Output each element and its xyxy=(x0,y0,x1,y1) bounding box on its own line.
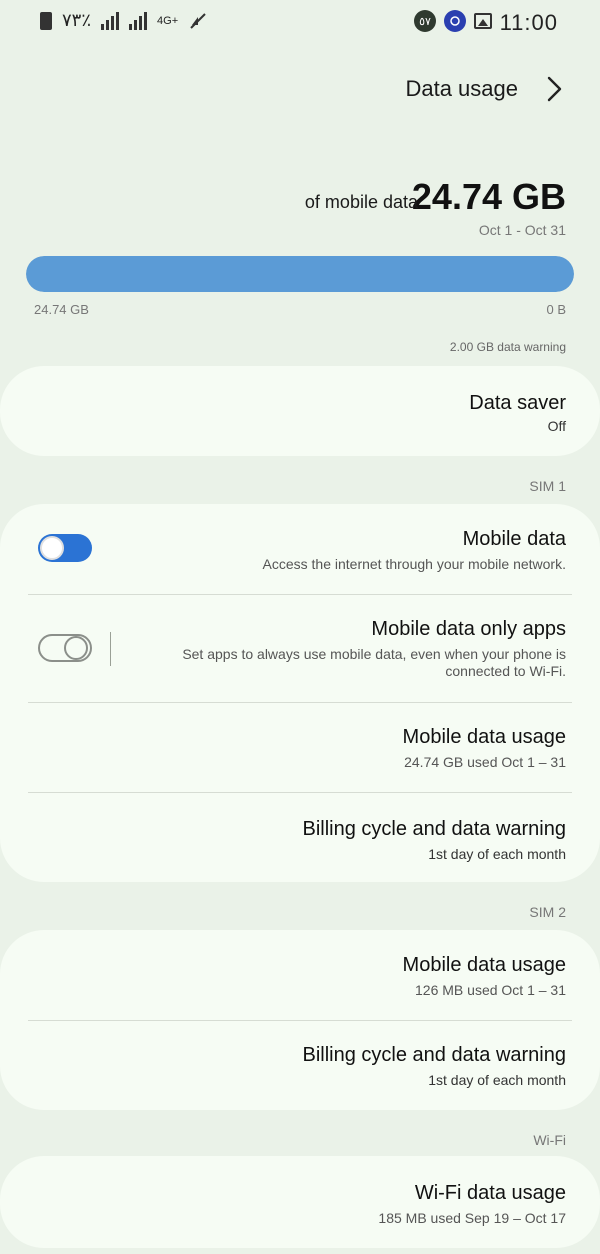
sim2-mobile-data-usage-subtitle: 126 MB used Oct 1 – 31 xyxy=(415,982,566,998)
wifi-card: Wi-Fi data usage 185 MB used Sep 19 – Oc… xyxy=(0,1156,600,1248)
usage-progress-bar xyxy=(26,256,574,292)
section-sim1: SIM 1 xyxy=(529,478,566,494)
battery-icon xyxy=(40,11,52,30)
bar-min-label: 0 B xyxy=(546,302,566,317)
data-saver-status: Off xyxy=(547,418,566,434)
sim2-mobile-data-usage-row[interactable]: Mobile data usage 126 MB used Oct 1 – 31 xyxy=(28,930,572,1020)
section-sim2: SIM 2 xyxy=(529,904,566,920)
vertical-divider xyxy=(110,632,111,666)
sim1-billing-title: Billing cycle and data warning xyxy=(302,818,567,840)
image-icon xyxy=(474,13,492,29)
status-icons-left: ٧٣٪ 4G+ xyxy=(40,10,208,31)
usage-amount: 24.74 GB xyxy=(411,176,566,217)
mobile-data-toggle[interactable] xyxy=(38,534,92,562)
bar-max-label: 24.74 GB xyxy=(34,302,89,317)
header: Data usage xyxy=(0,60,600,120)
page-title: Data usage xyxy=(405,76,518,101)
sim1-billing-subtitle: 1st day of each month xyxy=(428,846,566,862)
mobile-data-only-apps-subtitle-1: Set apps to always use mobile data, even… xyxy=(182,646,566,662)
notification-badge: ٥٧ xyxy=(414,10,436,32)
app-notification-icon xyxy=(444,10,466,32)
sim2-billing-title: Billing cycle and data warning xyxy=(302,1044,567,1066)
signal-icon-2 xyxy=(129,11,148,30)
mute-icon xyxy=(190,12,206,29)
data-saver-card[interactable]: Data saver Off xyxy=(0,366,600,456)
mobile-data-only-apps-title: Mobile data only apps xyxy=(371,618,566,640)
wifi-data-usage-row[interactable]: Wi-Fi data usage 185 MB used Sep 19 – Oc… xyxy=(28,1156,572,1248)
sim2-billing-row[interactable]: Billing cycle and data warning 1st day o… xyxy=(28,1020,572,1110)
battery-percent: ٧٣٪ xyxy=(62,10,92,30)
mobile-data-subtitle: Access the internet through your mobile … xyxy=(262,556,567,572)
signal-icon xyxy=(101,11,120,30)
status-icons-right: ٥٧ xyxy=(414,10,492,32)
wifi-data-usage-title: Wi-Fi data usage xyxy=(414,1182,566,1204)
sim2-mobile-data-usage-title: Mobile data usage xyxy=(402,954,566,976)
toggle-knob xyxy=(64,636,88,660)
sim1-mobile-data-usage-title: Mobile data usage xyxy=(402,726,566,748)
mobile-data-only-apps-subtitle-2: connected to Wi-Fi. xyxy=(445,663,566,679)
status-bar: ٧٣٪ 4G+ ٥٧ 11:00 xyxy=(0,0,600,46)
mobile-data-row[interactable]: Mobile data Access the internet through … xyxy=(28,504,572,594)
data-warning-label: 2.00 GB data warning xyxy=(449,340,566,354)
toggle-knob xyxy=(40,536,64,560)
status-time: 11:00 xyxy=(499,10,558,35)
back-chevron-icon[interactable] xyxy=(540,76,566,102)
sim1-mobile-data-usage-subtitle: 24.74 GB used Oct 1 – 31 xyxy=(404,754,566,770)
sim2-billing-subtitle: 1st day of each month xyxy=(428,1072,566,1088)
usage-progress-fill xyxy=(26,256,574,292)
sim1-card: Mobile data Access the internet through … xyxy=(0,504,600,882)
mobile-data-only-apps-row[interactable]: Mobile data only apps Set apps to always… xyxy=(28,594,572,702)
wifi-data-usage-subtitle: 185 MB used Sep 19 – Oct 17 xyxy=(378,1210,566,1226)
data-saver-title: Data saver xyxy=(469,392,566,414)
sim1-mobile-data-usage-row[interactable]: Mobile data usage 24.74 GB used Oct 1 – … xyxy=(28,702,572,792)
usage-of-label: of mobile data xyxy=(304,192,418,212)
network-type: 4G+ xyxy=(157,14,179,27)
mobile-data-only-apps-toggle[interactable] xyxy=(38,634,92,662)
usage-period: Oct 1 - Oct 31 xyxy=(478,222,566,238)
sim2-card: Mobile data usage 126 MB used Oct 1 – 31… xyxy=(0,930,600,1110)
sim1-billing-row[interactable]: Billing cycle and data warning 1st day o… xyxy=(28,792,572,882)
mobile-data-title: Mobile data xyxy=(462,528,566,550)
section-wifi: Wi-Fi xyxy=(533,1132,566,1148)
